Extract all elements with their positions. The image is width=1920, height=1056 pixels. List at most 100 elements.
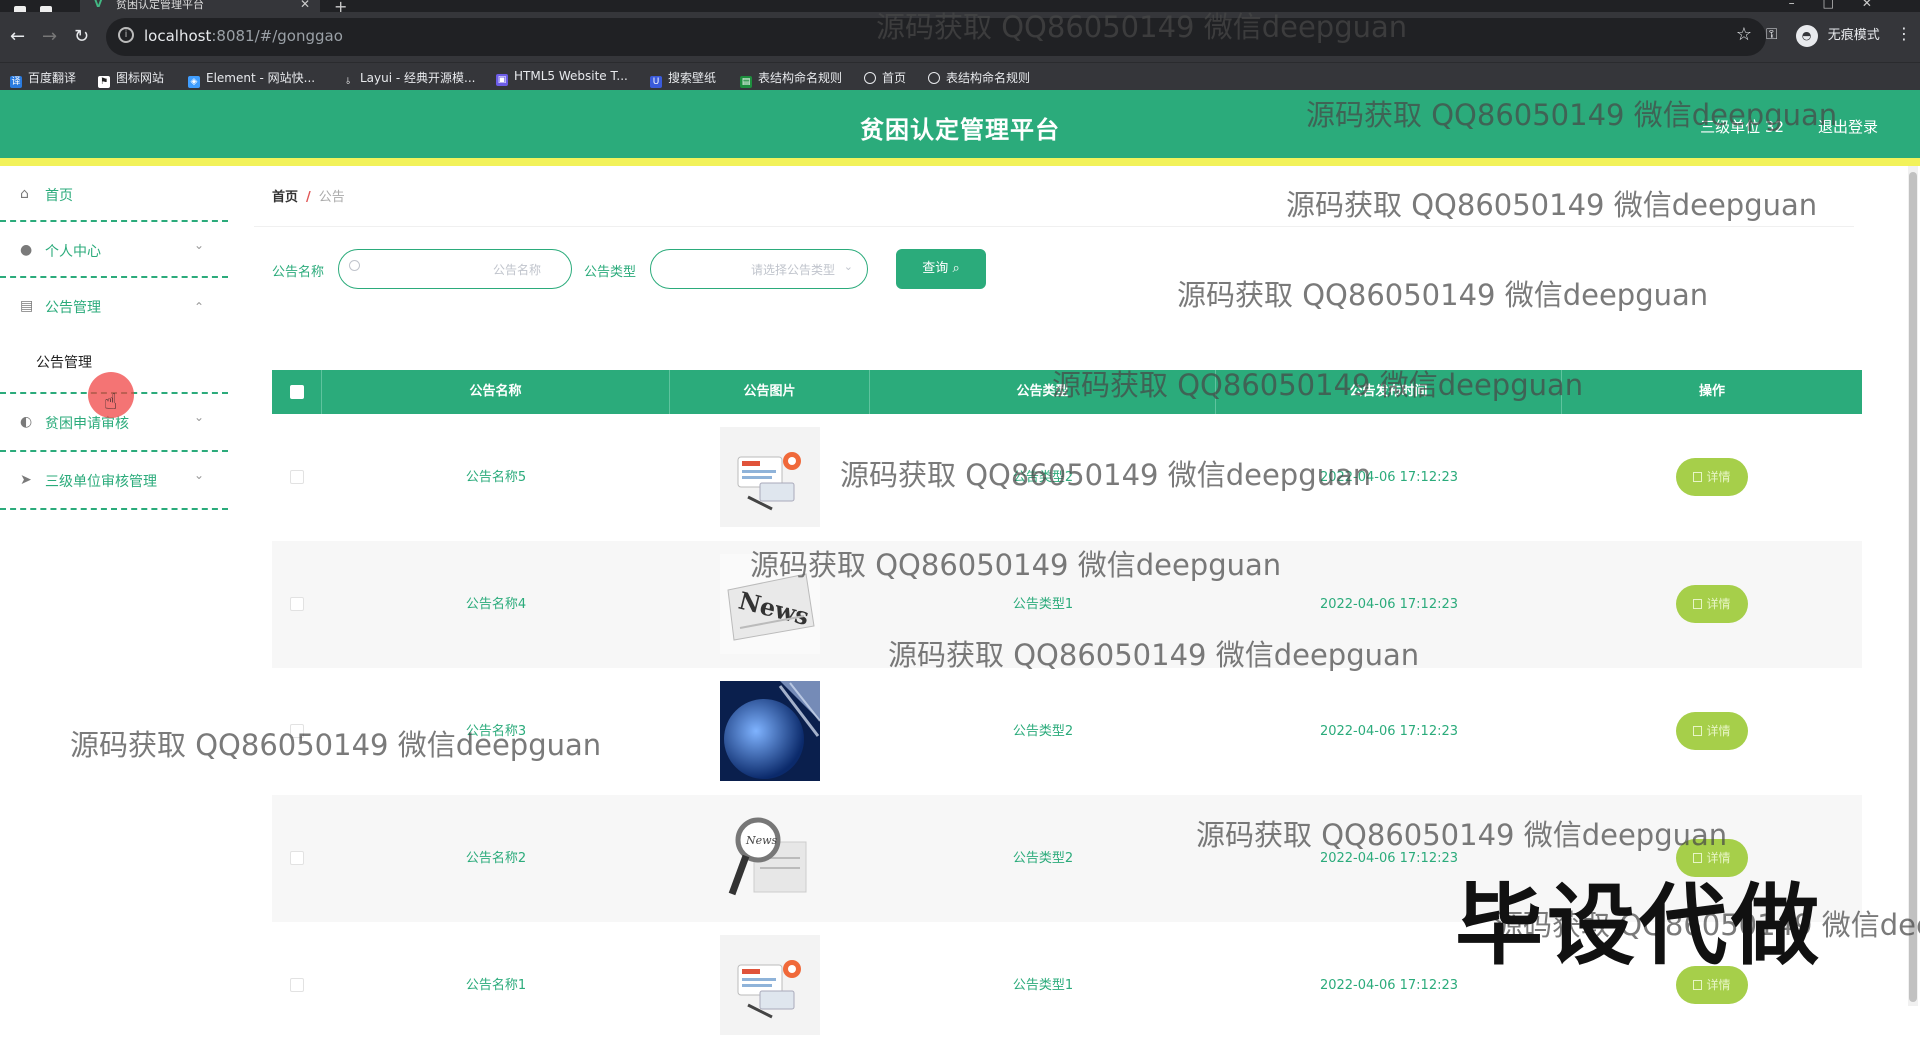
detail-button-label: 详情 — [1706, 470, 1731, 484]
row-checkbox[interactable] — [290, 978, 304, 992]
close-tab-icon[interactable]: ✕ — [300, 0, 310, 10]
element-icon: ◈ — [188, 76, 200, 88]
select-all-checkbox[interactable] — [289, 384, 304, 399]
app-title: 贫困认定管理平台 — [860, 116, 1060, 144]
notice-type: 公告类型2 — [1012, 724, 1074, 739]
bookmark-item[interactable]: ◈ Element - 网站快... — [188, 69, 315, 88]
bookmark-item[interactable]: 首页 — [864, 69, 906, 86]
back-icon[interactable]: ← — [10, 26, 25, 47]
globe-icon — [928, 72, 940, 84]
flag-icon: ⚑ — [98, 76, 110, 88]
news-laptop-image — [720, 935, 820, 1035]
bookmark-item[interactable]: ▣ HTML5 Website T... — [496, 69, 628, 86]
window-icons — [14, 0, 74, 15]
notice-time: 2022-04-06 17:12:23 — [1319, 724, 1459, 739]
bookmark-item[interactable]: ⚑ 图标网站 — [98, 69, 164, 88]
browser-tab-title: 贫困认定管理平台 — [116, 0, 204, 11]
detail-button-label: 详情 — [1706, 597, 1731, 611]
url-path: :8081/#/gonggao — [211, 27, 343, 45]
globe-blue-image — [720, 681, 820, 781]
profile-label[interactable]: 无痕模式 — [1828, 28, 1880, 43]
table-row: 公告名称4 News 公告类型1 2022-04-06 17:12:23 详情 — [272, 541, 1862, 668]
breadcrumb: 首页 / 公告 — [272, 186, 345, 205]
bookmark-label: 表结构命名规则 — [946, 71, 1031, 85]
browser-tab[interactable]: V 贫困认定管理平台 ✕ — [80, 0, 320, 12]
column-header: 公告图片 — [670, 370, 870, 414]
user-icon: ● — [20, 242, 33, 258]
incognito-icon[interactable]: ◓ — [1795, 24, 1818, 47]
sidebar-item-label: 三级单位审核管理 — [45, 474, 157, 490]
detail-button[interactable]: 详情 — [1676, 712, 1748, 750]
notice-icon: ▤ — [20, 298, 34, 314]
scrollbar-thumb[interactable] — [1909, 172, 1917, 1002]
row-checkbox[interactable] — [290, 470, 304, 484]
notice-name: 公告名称2 — [465, 851, 527, 866]
browser-toolbar: ← → ↻ i localhost:8081/#/gonggao ☆ ⚿ ◓ 无… — [0, 12, 1920, 62]
window-controls[interactable]: –□✕ — [1789, 0, 1900, 10]
notice-image-globe-blue — [720, 681, 820, 781]
breadcrumb-home[interactable]: 首页 — [272, 190, 298, 205]
notice-time: 2022-04-06 17:12:23 — [1319, 597, 1459, 612]
document-icon — [1693, 726, 1703, 736]
table-header: 公告名称 公告图片 公告类型 公告发布时间 操作 — [272, 370, 1862, 414]
password-key-icon[interactable]: ⚿ — [1766, 25, 1777, 43]
search-form: 公告名称 公告名称 公告类型 请选择公告类型 ⌄ 查询 ⌕ — [272, 249, 1672, 289]
reload-icon[interactable]: ↻ — [74, 26, 89, 47]
notice-name: 公告名称3 — [465, 724, 527, 739]
table-row: 公告名称5 公告类型2 2022-04-06 17:12:23 详情 — [272, 414, 1862, 541]
search-button-label: 查询 — [922, 261, 949, 276]
detail-button[interactable]: 详情 — [1676, 458, 1748, 496]
logout-link[interactable]: 退出登录 — [1818, 116, 1878, 137]
bookmark-star-icon[interactable]: ☆ — [1736, 24, 1752, 45]
divider — [254, 226, 1854, 227]
row-checkbox[interactable] — [290, 597, 304, 611]
sidebar: ⌂ 首页 ● 个人中心 ⌄ ▤ 公告管理 ⌃ 公告管理 ◐ 贫困申请审核 ⌄ ➤… — [0, 166, 228, 1056]
chevron-up-icon: ⌃ — [193, 300, 204, 314]
wallpaper-icon: U — [650, 76, 662, 88]
sidebar-item-unit-review[interactable]: ➤ 三级单位审核管理 ⌄ — [0, 452, 228, 510]
notice-image-news-paper: News — [720, 554, 820, 654]
forward-icon[interactable]: → — [42, 26, 57, 47]
search-name-placeholder: 公告名称 — [492, 263, 541, 277]
row-checkbox[interactable] — [290, 851, 304, 865]
sidebar-item-home[interactable]: ⌂ 首页 — [0, 166, 228, 222]
sidebar-item-label: 首页 — [45, 188, 73, 204]
bookmark-label: 图标网站 — [116, 71, 165, 85]
bookmark-item[interactable]: ▤ 表结构命名规则 — [740, 69, 842, 88]
search-button[interactable]: 查询 ⌕ — [896, 249, 986, 289]
bookmark-label: HTML5 Website T... — [514, 69, 628, 83]
chevron-down-icon: ⌄ — [193, 468, 204, 482]
bookmark-item[interactable]: ⫰ Layui - 经典开源模... — [342, 69, 475, 88]
address-bar[interactable]: i localhost:8081/#/gonggao ☆ — [106, 18, 1766, 56]
hand-cursor-icon: ☝ — [104, 390, 118, 415]
bookmark-item[interactable]: U 搜索壁纸 — [650, 69, 716, 88]
bookmark-item[interactable]: 表结构命名规则 — [928, 69, 1030, 86]
apply-icon: ◐ — [20, 414, 33, 430]
chevron-down-icon: ⌄ — [193, 238, 204, 252]
notice-image-news-laptop — [720, 427, 820, 527]
more-menu-icon[interactable]: ⋮ — [1896, 24, 1912, 43]
document-icon — [1693, 472, 1703, 482]
svg-text:News: News — [745, 834, 778, 847]
url-host: localhost — [144, 27, 212, 45]
search-name-input[interactable]: 公告名称 — [338, 249, 572, 289]
row-checkbox[interactable] — [290, 724, 304, 738]
send-icon: ➤ — [20, 472, 32, 488]
translate-icon: 译 — [10, 76, 22, 88]
bookmark-label: Element - 网站快... — [206, 71, 316, 85]
sidebar-item-profile[interactable]: ● 个人中心 ⌄ — [0, 222, 228, 278]
site-info-icon[interactable]: i — [118, 27, 134, 43]
search-type-select[interactable]: 请选择公告类型 ⌄ — [650, 249, 868, 289]
search-type-placeholder: 请选择公告类型 — [750, 263, 835, 277]
column-header: 公告发布时间 — [1216, 370, 1562, 414]
layui-icon: ⫰ — [342, 76, 354, 88]
detail-button[interactable]: 详情 — [1676, 585, 1748, 623]
bookmark-label: Layui - 经典开源模... — [360, 71, 476, 85]
breadcrumb-separator: / — [306, 190, 311, 205]
notice-name: 公告名称5 — [465, 470, 527, 485]
bookmark-item[interactable]: 译百度翻译 — [10, 69, 76, 88]
home-icon: ⌂ — [20, 186, 29, 202]
page-scrollbar[interactable] — [1908, 166, 1918, 1006]
bookmark-label: 表结构命名规则 — [758, 71, 843, 85]
notice-time: 2022-04-06 17:12:23 — [1319, 470, 1459, 485]
